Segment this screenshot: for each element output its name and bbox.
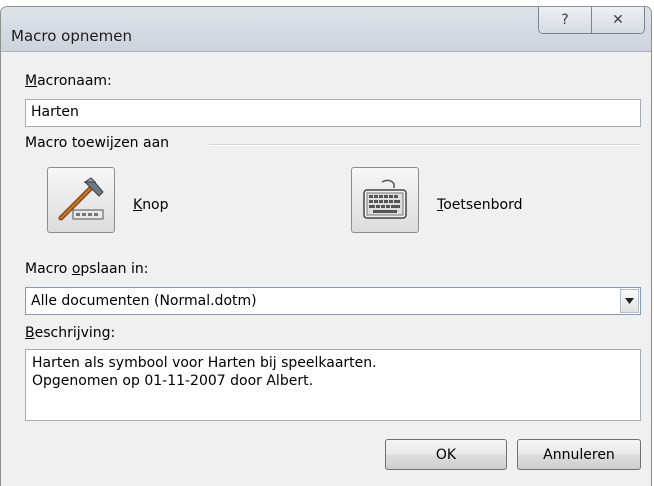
close-button[interactable]: ✕	[591, 7, 644, 33]
assign-keyboard-label[interactable]: Toetsenbord	[437, 197, 522, 213]
macro-name-input[interactable]: Harten	[25, 99, 641, 127]
help-button[interactable]: ?	[539, 7, 591, 33]
store-in-select[interactable]: Alle documenten (Normal.dotm)	[25, 287, 641, 315]
description-label: Beschrijving:	[25, 325, 116, 341]
assign-group-separator	[209, 144, 641, 146]
store-in-selected-value: Alle documenten (Normal.dotm)	[31, 293, 257, 309]
dropdown-arrow-button[interactable]	[620, 289, 639, 313]
help-icon: ?	[561, 11, 569, 28]
hammer-icon	[58, 177, 104, 221]
caption-buttons: ? ✕	[538, 7, 645, 34]
close-icon: ✕	[612, 11, 624, 28]
keyboard-icon	[363, 179, 407, 219]
description-line-1: Harten als symbool voor Harten bij speel…	[32, 355, 377, 371]
description-textarea[interactable]: Harten als symbool voor Harten bij speel…	[25, 349, 641, 421]
assign-keyboard-button[interactable]	[351, 167, 419, 233]
dialog-title: Macro opnemen	[11, 27, 132, 45]
assign-button-label[interactable]: Knop	[133, 197, 169, 213]
store-in-label: Macro opslaan in:	[25, 261, 149, 277]
macro-name-label: Macronaam:	[25, 73, 112, 89]
ok-button[interactable]: OK	[385, 439, 507, 470]
assign-button-button[interactable]	[47, 167, 115, 233]
title-bar: Macro opnemen ? ✕	[1, 7, 651, 52]
chevron-down-icon	[625, 298, 634, 304]
assign-group-label: Macro toewijzen aan	[25, 135, 170, 151]
macro-record-dialog: Macro opnemen ? ✕ Macronaam: Harten Macr…	[0, 6, 652, 486]
cancel-button[interactable]: Annuleren	[517, 439, 641, 470]
description-line-2: Opgenomen op 01-11-2007 door Albert.	[32, 373, 314, 389]
